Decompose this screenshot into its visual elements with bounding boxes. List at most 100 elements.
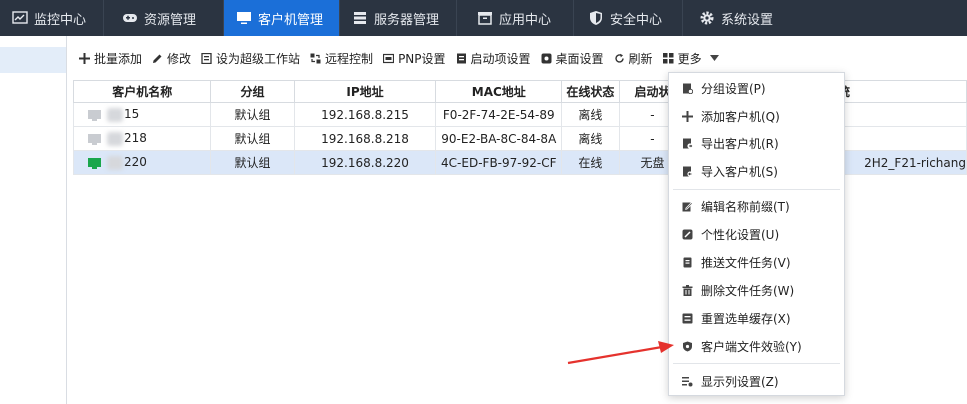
boot-icon <box>456 53 466 63</box>
plus-icon <box>682 110 693 122</box>
tab-server-management[interactable]: 服务器管理 <box>340 0 457 36</box>
menu-item-label: 删除文件任务(W) <box>701 283 795 298</box>
pnp-icon <box>383 53 395 63</box>
mac-cell: 90-E2-BA-8C-84-8A <box>435 126 563 151</box>
batch-add-label: 批量添加 <box>94 51 143 66</box>
menu-item-label: 推送文件任务(V) <box>701 255 791 270</box>
set-super-workstation-label: 设为超级工作站 <box>216 51 301 66</box>
menu-item-label: 编辑名称前缀(T) <box>701 199 790 214</box>
menu-item-import-client[interactable]: 导入客户机(S) <box>669 158 844 184</box>
offline-monitor-icon <box>88 134 101 146</box>
menu-item-column-settings[interactable]: 显示列设置(Z) <box>669 368 844 394</box>
column-header-name[interactable]: 客户机名称 <box>72 80 212 103</box>
sidebar-selected-item[interactable] <box>0 47 66 73</box>
menu-item-add-client[interactable]: 添加客户机(Q) <box>669 103 844 129</box>
top-navigation: 监控中心 资源管理 客户机管理 服务器管理 应用中心 安全中心 系统设置 <box>0 0 967 36</box>
column-header-ip[interactable]: IP地址 <box>293 80 437 103</box>
column-header-status[interactable]: 在线状态 <box>561 80 620 103</box>
edit-prefix-icon <box>682 201 693 211</box>
batch-add-button[interactable]: 批量添加 <box>79 50 142 67</box>
client-name-cell: 218 <box>72 126 212 151</box>
gear-icon <box>700 11 714 25</box>
edit-label: 修改 <box>167 51 192 66</box>
set-super-workstation-button[interactable]: 设为超级工作站 <box>201 50 300 67</box>
pnp-settings-label: PNP设置 <box>398 51 446 66</box>
group-sidebar <box>0 36 67 404</box>
box-icon <box>478 12 492 25</box>
reset-cache-icon <box>682 313 693 323</box>
column-header-group[interactable]: 分组 <box>210 80 295 103</box>
menu-item-label: 重置选单缓存(X) <box>701 311 791 326</box>
desktop-settings-label: 桌面设置 <box>555 51 604 66</box>
client-name: 220 <box>124 155 147 170</box>
pencil-icon <box>153 54 162 63</box>
monitor-chart-icon <box>12 11 28 24</box>
client-name: 218 <box>124 131 147 146</box>
mac-cell: 4C-ED-FB-97-92-CF <box>435 150 563 175</box>
tab-label: 资源管理 <box>144 12 197 28</box>
refresh-icon <box>614 53 624 63</box>
server-icon <box>354 12 366 24</box>
tab-security-center[interactable]: 安全中心 <box>574 0 683 36</box>
menu-item-label: 导入客户机(S) <box>701 164 778 179</box>
menu-item-edit-name-prefix[interactable]: 编辑名称前缀(T) <box>669 193 844 219</box>
menu-separator <box>673 189 840 190</box>
tab-label: 应用中心 <box>499 12 552 28</box>
refresh-button[interactable]: 刷新 <box>614 50 653 67</box>
menu-item-client-file-verify[interactable]: 客户端文件效验(Y) <box>669 333 844 359</box>
tab-client-management[interactable]: 客户机管理 <box>224 0 340 36</box>
personalize-icon <box>682 229 693 239</box>
menu-item-label: 添加客户机(Q) <box>701 109 780 124</box>
annotation-arrow <box>567 341 674 365</box>
remote-control-button[interactable]: 远程控制 <box>310 50 373 67</box>
chevron-down-icon <box>709 55 719 61</box>
refresh-label: 刷新 <box>628 51 653 66</box>
client-name: 15 <box>124 107 140 122</box>
export-icon <box>683 138 693 149</box>
group-cell: 默认组 <box>210 150 295 175</box>
shield-check-icon <box>683 341 692 351</box>
desktop-settings-icon <box>541 53 552 63</box>
group-settings-icon <box>683 83 693 94</box>
tab-system-settings[interactable]: 系统设置 <box>683 0 793 36</box>
push-file-icon <box>683 257 692 267</box>
ip-cell: 192.168.8.220 <box>293 150 437 175</box>
more-button[interactable]: 更多 <box>662 50 719 67</box>
gamepad-icon <box>123 14 137 22</box>
menu-item-reset-menu-cache[interactable]: 重置选单缓存(X) <box>669 305 844 331</box>
tab-monitor-center[interactable]: 监控中心 <box>0 0 104 36</box>
import-icon <box>683 166 693 177</box>
more-dropdown-menu: 分组设置(P) 添加客户机(Q) 导出客户机(R) 导入客户机(S) 编辑名称前… <box>668 72 845 396</box>
menu-item-push-file-task[interactable]: 推送文件任务(V) <box>669 249 844 275</box>
group-cell: 默认组 <box>210 126 295 151</box>
grid-icon <box>662 52 674 63</box>
tab-label: 监控中心 <box>34 12 87 28</box>
menu-item-export-client[interactable]: 导出客户机(R) <box>669 130 844 156</box>
column-header-mac[interactable]: MAC地址 <box>435 80 563 103</box>
tab-label: 安全中心 <box>610 12 663 28</box>
pnp-settings-button[interactable]: PNP设置 <box>383 50 446 67</box>
blurred-name <box>107 155 123 170</box>
tab-label: 系统设置 <box>721 12 774 28</box>
menu-item-label: 显示列设置(Z) <box>701 374 779 389</box>
desktop-icon <box>237 12 251 24</box>
menu-item-personalize[interactable]: 个性化设置(U) <box>669 221 844 247</box>
menu-item-delete-file-task[interactable]: 删除文件任务(W) <box>669 277 844 303</box>
mac-cell: F0-2F-74-2E-54-89 <box>435 102 563 127</box>
tab-resource-management[interactable]: 资源管理 <box>104 0 224 36</box>
client-name-cell: 15 <box>72 102 212 127</box>
boot-settings-button[interactable]: 启动项设置 <box>456 50 531 67</box>
online-monitor-icon <box>88 158 101 170</box>
edit-button[interactable]: 修改 <box>152 50 191 67</box>
client-name-cell: 220 <box>72 150 212 175</box>
shield-icon <box>590 11 602 25</box>
workstation-icon <box>201 52 212 64</box>
menu-item-group-settings[interactable]: 分组设置(P) <box>669 75 844 101</box>
desktop-settings-button[interactable]: 桌面设置 <box>541 50 604 67</box>
status-cell: 离线 <box>561 102 620 127</box>
ip-cell: 192.168.8.215 <box>293 102 437 127</box>
tab-app-center[interactable]: 应用中心 <box>457 0 574 36</box>
tab-label: 服务器管理 <box>374 12 440 28</box>
remote-control-label: 远程控制 <box>325 51 374 66</box>
boot-settings-label: 启动项设置 <box>470 51 531 66</box>
